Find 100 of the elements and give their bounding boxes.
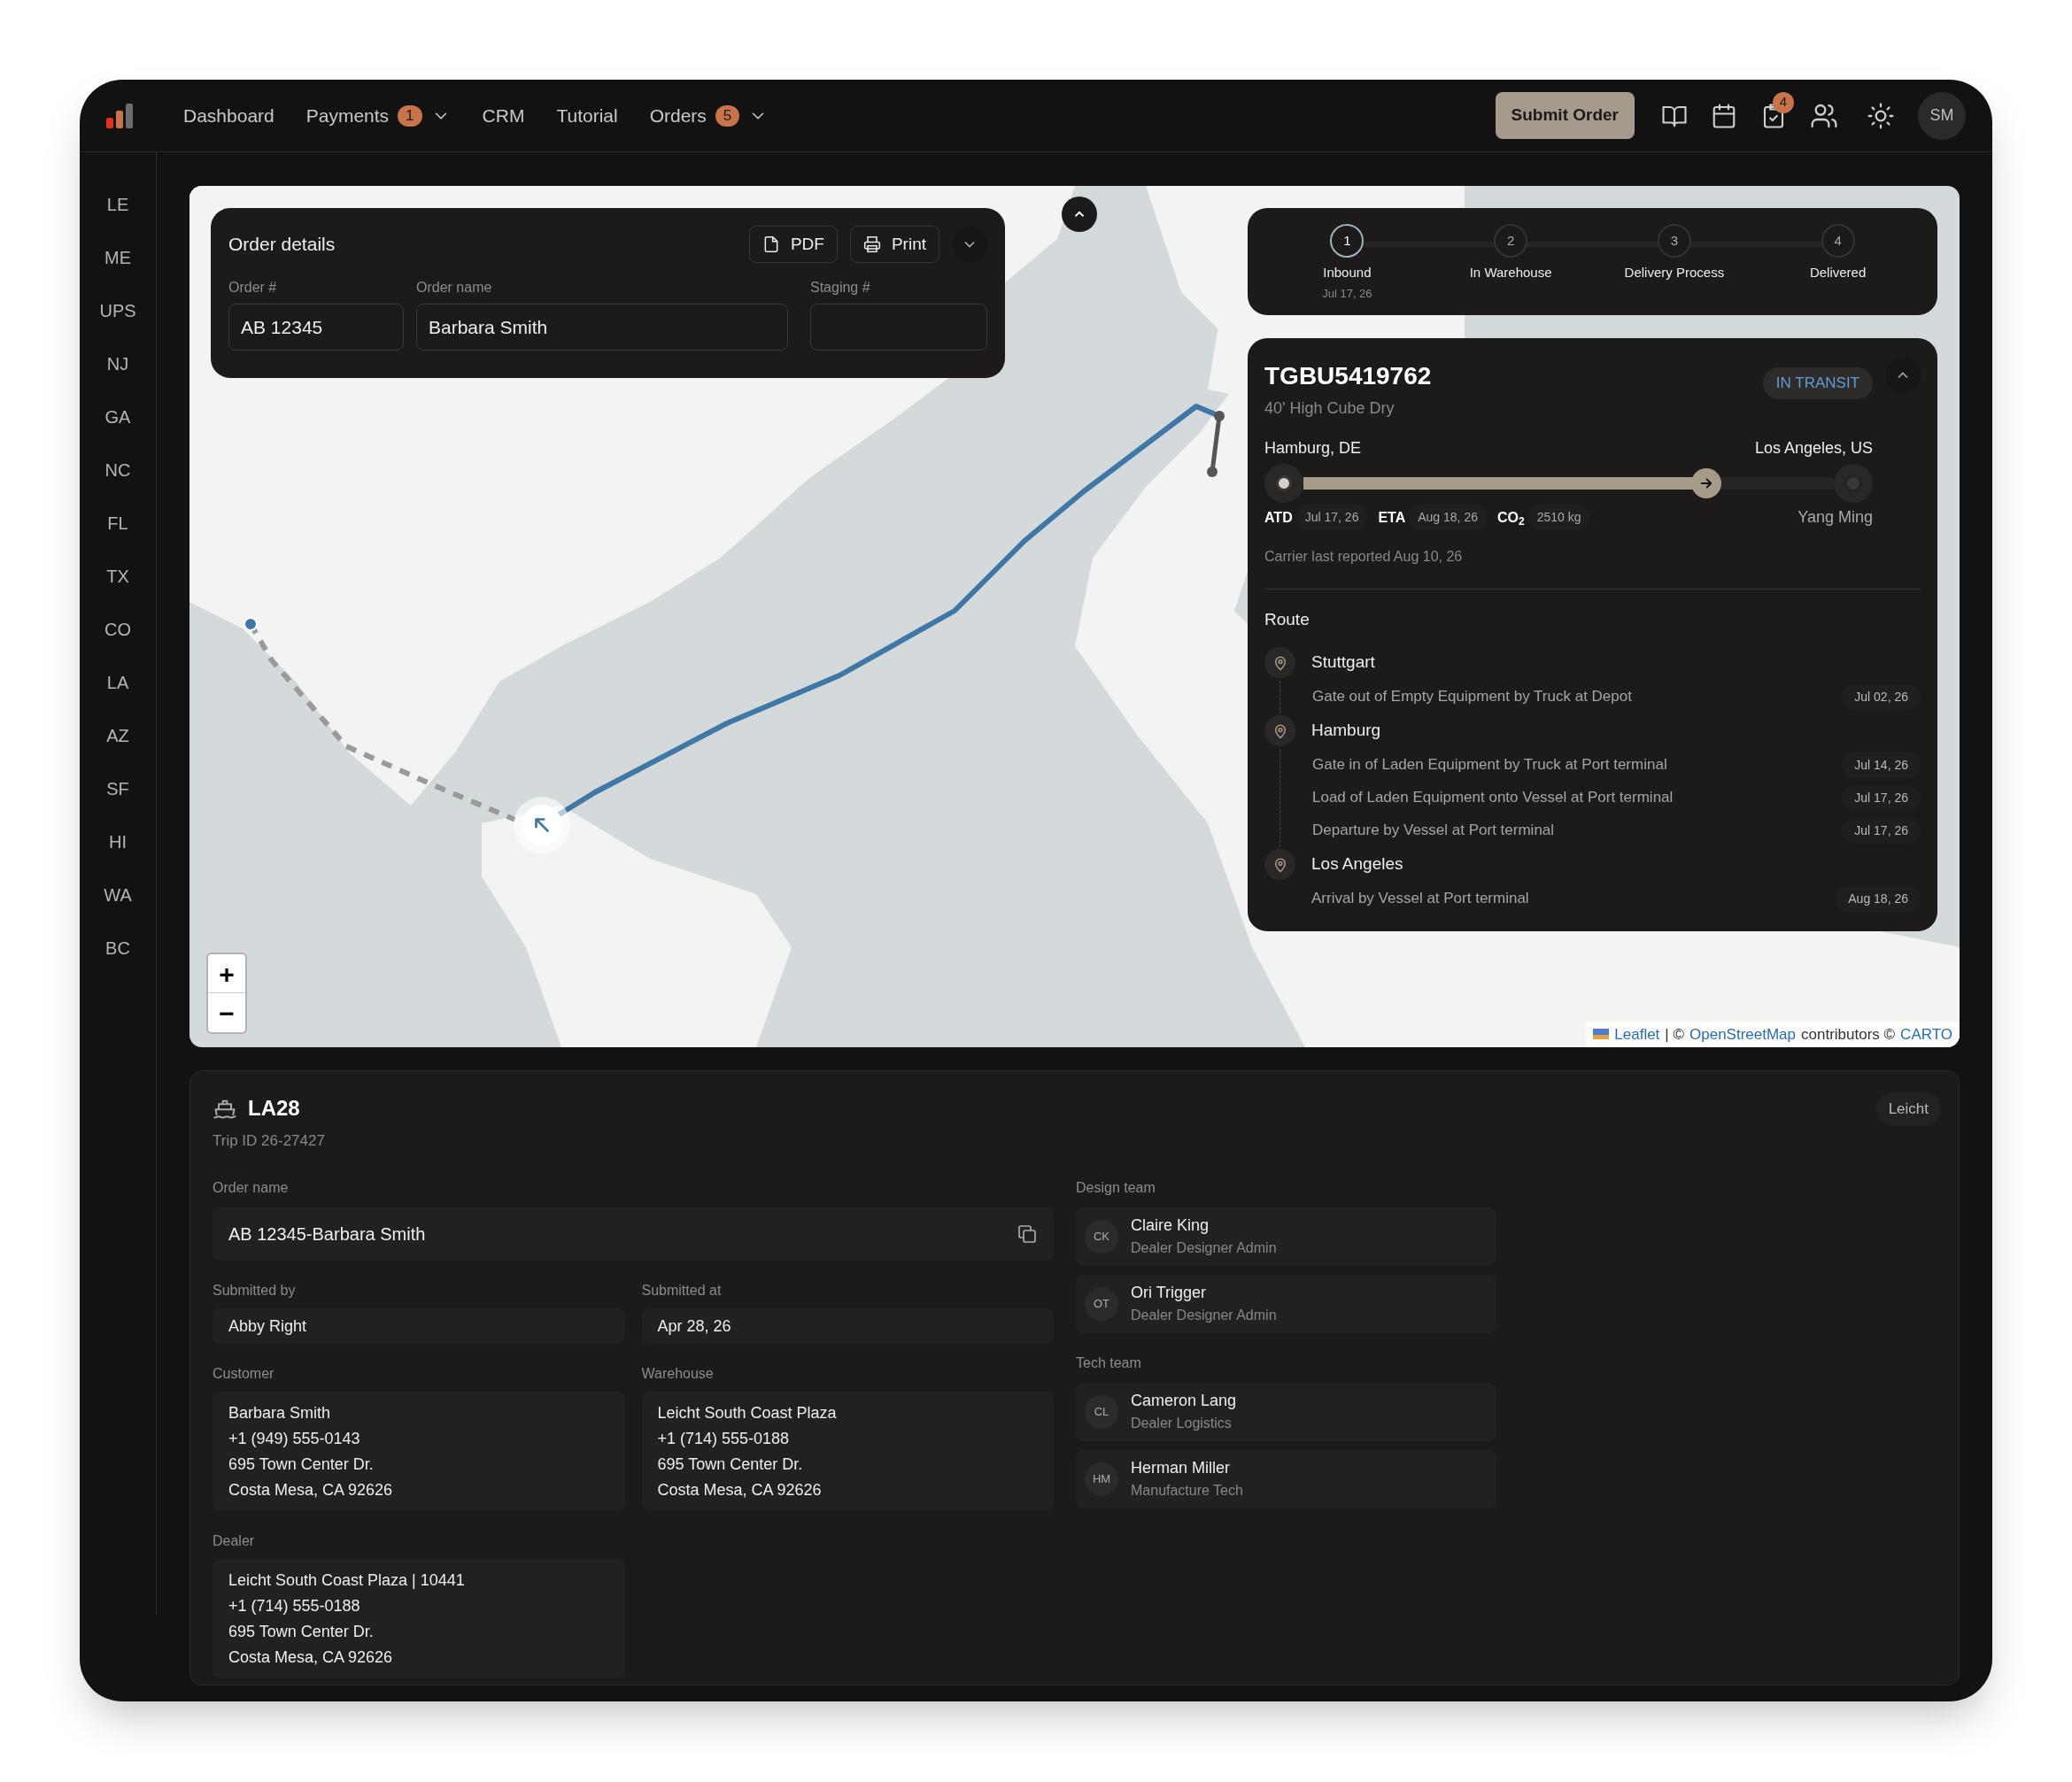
member-name: Herman Miller <box>1131 1458 1232 1478</box>
zoom-out-button[interactable]: − <box>208 993 245 1032</box>
step-number[interactable]: 1 <box>1330 224 1365 258</box>
notification-badge: 4 <box>1773 91 1794 113</box>
member-role: Manufacture Tech <box>1131 1482 1243 1500</box>
nav-item[interactable]: Dashboard <box>183 101 274 130</box>
text-field[interactable]: Barbara Smith <box>416 304 788 351</box>
origin-port: Hamburg, DE <box>1264 438 1362 459</box>
sidebar-item[interactable]: BC <box>105 935 130 958</box>
text-field[interactable] <box>810 304 987 351</box>
step-number[interactable]: 3 <box>1657 224 1691 258</box>
trip-id: Trip ID 26-27427 <box>213 1131 326 1151</box>
sidebar-item[interactable]: LA <box>106 669 129 692</box>
field-value: Costa Mesa, CA 92626 <box>657 1480 823 1499</box>
sidebar-item[interactable]: WA <box>104 882 132 905</box>
flag-icon <box>1593 1029 1610 1040</box>
field-value: Apr 28, 26 <box>657 1316 732 1335</box>
sun-icon <box>1867 101 1895 130</box>
carrier-name: Yang Ming <box>1798 507 1873 528</box>
avatar: OT <box>1085 1286 1118 1321</box>
event-text: Gate out of Empty Equipment by Truck at Depot <box>1312 687 1632 707</box>
sidebar-item[interactable]: HI <box>109 829 127 852</box>
member-role: Dealer Designer Admin <box>1131 1239 1277 1257</box>
fact-label: ETA <box>1378 508 1406 527</box>
fact-value: 2510 kg <box>1527 505 1590 530</box>
sidebar-item[interactable]: NJ <box>106 351 129 374</box>
sidebar-item[interactable]: ME <box>104 244 131 267</box>
sidebar-item[interactable]: FL <box>107 510 128 533</box>
collapse-button[interactable] <box>1062 197 1097 232</box>
field-value: +1 (714) 555-0188 <box>657 1429 791 1447</box>
panel-title: Order details <box>228 233 336 257</box>
event-date: Jul 17, 26 <box>1842 817 1921 844</box>
member-name: Ori Trigger <box>1131 1283 1208 1303</box>
sidebar-item[interactable]: AZ <box>106 722 129 745</box>
step-number[interactable]: 2 <box>1494 224 1528 258</box>
field-label: Customer <box>213 1364 275 1383</box>
attribution-link[interactable]: Leaflet <box>1614 1022 1660 1045</box>
team-title: Tech team <box>1076 1354 1142 1372</box>
fact-value: Jul 17, 26 <box>1295 505 1368 530</box>
sidebar-item[interactable]: UPS <box>99 297 136 320</box>
nav-item[interactable]: Payments 1 <box>305 101 451 130</box>
tag: Leicht <box>1875 1092 1941 1126</box>
nav-item[interactable]: Tutorial <box>556 101 618 130</box>
copy-icon <box>1017 1223 1038 1245</box>
nav-item[interactable]: CRM <box>482 101 525 130</box>
nav-item[interactable]: Orders 5 <box>649 101 769 130</box>
attribution-text: | © <box>1665 1024 1684 1045</box>
attribution-link[interactable]: OpenStreetMap <box>1689 1022 1797 1045</box>
step-date: Jul 17, 26 <box>1322 285 1372 302</box>
event-text: Load of Laden Equipment onto Vessel at Port terminal <box>1312 788 1674 808</box>
last-reported-text: Carrier last reported Aug 10, 26 <box>1264 546 1921 590</box>
print-button[interactable]: Print <box>849 226 939 263</box>
dropdown-button[interactable] <box>952 227 987 262</box>
attribution-text: contributors © <box>1801 1024 1896 1045</box>
sidebar-item[interactable]: SF <box>106 775 129 798</box>
attribution-link[interactable]: CARTO <box>1900 1022 1952 1045</box>
text-field[interactable]: AB 12345 <box>228 304 404 351</box>
field-label: Order # <box>228 279 278 297</box>
pdf-button[interactable]: PDF <box>748 226 838 263</box>
sidebar-item[interactable]: LE <box>106 191 129 214</box>
avatar: HM <box>1085 1462 1118 1496</box>
field-value: 695 Town Center Dr. <box>657 1454 804 1473</box>
avatar-button[interactable]: SM <box>1918 91 1966 140</box>
fact-label: ATD <box>1264 508 1293 527</box>
count-badge: 1 <box>398 104 422 127</box>
field-value: Leicht South Coast Plaza | 10441 <box>228 1570 466 1589</box>
sidebar-item[interactable]: GA <box>104 404 131 427</box>
container-number: TGBU5419762 <box>1264 361 1432 391</box>
step-label: Delivery Process <box>1624 264 1725 282</box>
sidebar-item[interactable]: TX <box>106 563 129 586</box>
field-label: Dealer <box>213 1531 256 1550</box>
member-role: Dealer Logistics <box>1131 1415 1233 1432</box>
stop-name: Los Angeles <box>1311 853 1403 876</box>
sidebar-item[interactable]: NC <box>104 457 131 480</box>
field-label: Order name <box>213 1178 290 1197</box>
field-value: Barbara Smith <box>228 1403 332 1422</box>
event-date: Jul 17, 26 <box>1842 784 1921 811</box>
sidebar-item[interactable]: CO <box>104 616 131 639</box>
progress-thumb[interactable] <box>1691 468 1722 498</box>
step-label: In Warehouse <box>1469 264 1552 282</box>
submit-order-button[interactable]: Submit Order <box>1495 92 1635 139</box>
location-pin-icon <box>1264 715 1295 746</box>
logo-icon <box>106 103 135 128</box>
zoom-in-button[interactable]: + <box>208 954 245 993</box>
field-label: Submitted at <box>641 1281 723 1300</box>
avatar: CK <box>1085 1219 1118 1254</box>
fact-label: CO$_{2}$ <box>1496 508 1525 528</box>
team-title: Design team <box>1076 1178 1156 1197</box>
stop-name: Hamburg <box>1311 720 1381 742</box>
avatar: CL <box>1085 1394 1118 1429</box>
field-value: Abby Right <box>228 1316 308 1335</box>
event-date: Jul 14, 26 <box>1842 752 1921 778</box>
field-value: Costa Mesa, CA 92626 <box>228 1647 394 1666</box>
section-title: Route <box>1264 609 1310 630</box>
field-label: Order name <box>416 279 493 297</box>
step-number[interactable]: 4 <box>1821 224 1855 258</box>
event-text: Gate in of Laden Equipment by Truck at Port terminal <box>1312 755 1667 775</box>
event-text: Departure by Vessel at Port terminal <box>1312 821 1555 841</box>
step-label: Inbound <box>1323 264 1372 282</box>
count-badge: 5 <box>715 104 740 127</box>
